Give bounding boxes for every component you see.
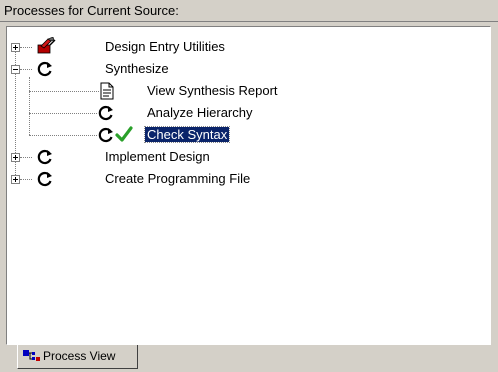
expand-toggle[interactable] — [11, 153, 20, 162]
tree-connector — [20, 157, 32, 159]
expand-toggle[interactable] — [11, 43, 20, 52]
tab-process-view[interactable]: Process View — [17, 345, 138, 369]
tree-item-implement-design[interactable]: Implement Design — [105, 149, 210, 164]
tree-item-analyze-hierarchy[interactable]: Analyze Hierarchy — [147, 105, 253, 120]
tree-item-synthesize[interactable]: Synthesize — [105, 61, 169, 76]
tab-bar: Process View — [0, 345, 498, 372]
tree-connector — [29, 113, 97, 115]
panel-title: Processes for Current Source: — [4, 3, 179, 18]
tree-item-design-entry-utilities[interactable]: Design Entry Utilities — [105, 39, 225, 54]
check-mark-icon — [115, 126, 133, 142]
tree-item-view-synthesis-report[interactable]: View Synthesis Report — [147, 83, 278, 98]
collapse-toggle[interactable] — [11, 65, 20, 74]
process-cycle-icon — [37, 61, 52, 77]
process-cycle-icon — [37, 149, 52, 165]
tab-label: Process View — [43, 349, 116, 363]
expand-toggle[interactable] — [11, 175, 20, 184]
tree-item-check-syntax[interactable]: Check Syntax — [143, 126, 231, 143]
process-cycle-icon — [98, 127, 113, 143]
tree-connector — [20, 47, 32, 49]
process-cycle-icon — [98, 105, 113, 121]
tree-connector — [20, 179, 32, 181]
tree-item-create-programming-file[interactable]: Create Programming File — [105, 171, 250, 186]
process-tree[interactable]: Design Entry Utilities Synthesize View S… — [6, 26, 491, 345]
tree-connector — [29, 77, 31, 135]
tree-connector — [29, 91, 99, 93]
process-view-icon — [23, 350, 40, 361]
tree-connector — [20, 69, 32, 71]
panel-header: Processes for Current Source: — [0, 0, 498, 22]
process-cycle-icon — [37, 171, 52, 187]
tools-icon — [37, 37, 56, 54]
tree-connector — [29, 135, 97, 137]
document-icon — [100, 82, 114, 100]
